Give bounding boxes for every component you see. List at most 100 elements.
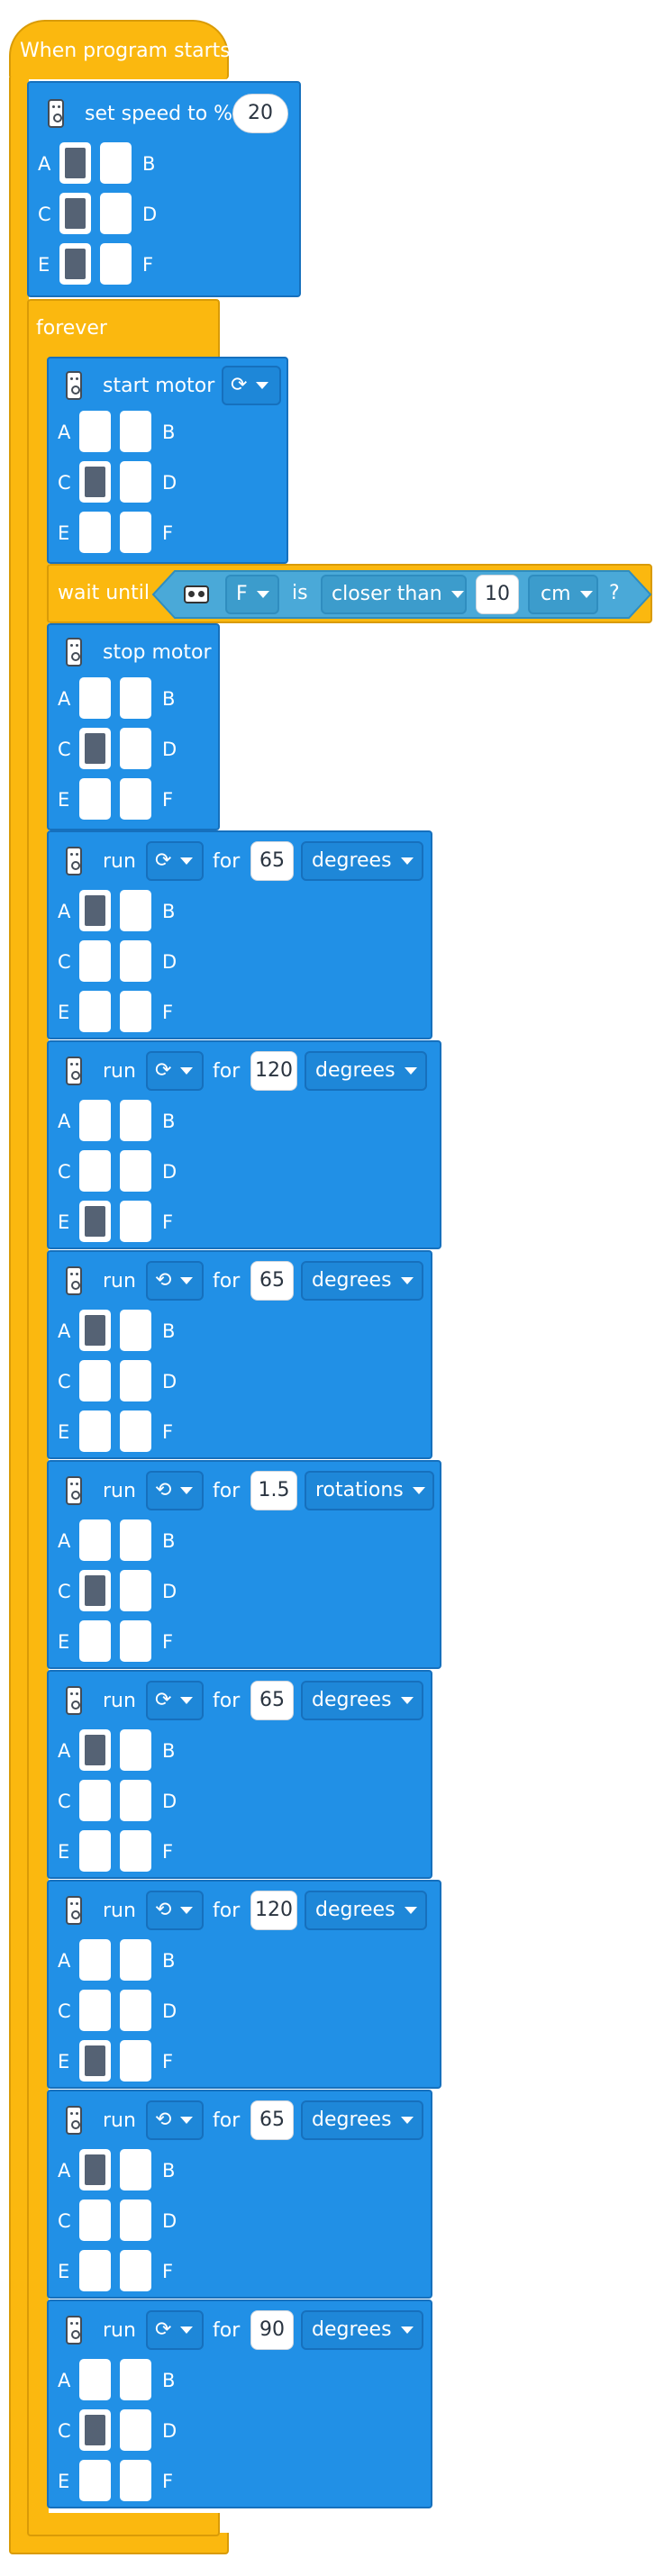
run-motor-block[interactable]: run counterclockwise-icon⟲ for 65degrees A B C… <box>47 2090 432 2299</box>
run-motor-block[interactable]: run clockwise-icon⟳ for 65degrees A B C D E F <box>47 830 432 1039</box>
port-toggle-e[interactable] <box>79 1620 111 1662</box>
direction-dropdown[interactable]: counterclockwise-icon⟲ <box>146 1891 204 1930</box>
port-toggle-c[interactable] <box>79 940 111 982</box>
port-toggle-c[interactable] <box>79 1780 111 1821</box>
port-toggle-d[interactable] <box>120 1990 151 2031</box>
port-toggle-e[interactable] <box>59 243 91 285</box>
port-toggle-f[interactable] <box>120 2460 151 2501</box>
start-motor-block[interactable]: start motor clockwise-icon⟳ A B C D E F <box>47 357 288 564</box>
port-toggle-c[interactable] <box>79 2409 111 2451</box>
port-toggle-b[interactable] <box>120 1310 151 1351</box>
set-speed-block[interactable]: set speed to % 20 A B C D E F <box>27 81 301 297</box>
port-toggle-b[interactable] <box>120 677 151 719</box>
port-toggle-b[interactable] <box>120 1100 151 1141</box>
port-toggle-b[interactable] <box>120 890 151 931</box>
port-toggle-a[interactable] <box>79 2149 111 2191</box>
port-toggle-d[interactable] <box>100 193 132 234</box>
port-toggle-a[interactable] <box>59 142 91 184</box>
port-toggle-f[interactable] <box>120 778 151 820</box>
amount-value-input[interactable]: 65 <box>250 1261 294 1301</box>
port-toggle-b[interactable] <box>100 142 132 184</box>
port-toggle-d[interactable] <box>120 1570 151 1611</box>
port-toggle-d[interactable] <box>120 2409 151 2451</box>
port-toggle-e[interactable] <box>79 512 111 553</box>
direction-dropdown[interactable]: counterclockwise-icon⟲ <box>146 1471 204 1510</box>
port-toggle-e[interactable] <box>79 2040 111 2082</box>
sensor-port-dropdown[interactable]: F <box>225 575 279 614</box>
direction-dropdown[interactable]: clockwise-icon⟳ <box>222 366 281 405</box>
direction-dropdown[interactable]: clockwise-icon⟳ <box>146 2310 204 2350</box>
unit-dropdown[interactable]: degrees <box>301 1681 423 1720</box>
port-toggle-b[interactable] <box>120 2149 151 2191</box>
direction-dropdown[interactable]: counterclockwise-icon⟲ <box>146 1261 204 1301</box>
port-toggle-c[interactable] <box>79 2200 111 2241</box>
port-toggle-c[interactable] <box>59 193 91 234</box>
port-toggle-e[interactable] <box>79 1410 111 1452</box>
port-toggle-a[interactable] <box>79 890 111 931</box>
comparison-dropdown[interactable]: closer than <box>321 575 467 614</box>
run-motor-block[interactable]: run counterclockwise-icon⟲ for 1.5rotations… <box>47 1460 441 1669</box>
port-toggle-f[interactable] <box>120 991 151 1032</box>
port-toggle-b[interactable] <box>120 1729 151 1771</box>
port-toggle-d[interactable] <box>120 2200 151 2241</box>
port-toggle-d[interactable] <box>120 1780 151 1821</box>
port-toggle-c[interactable] <box>79 1570 111 1611</box>
port-toggle-f[interactable] <box>120 512 151 553</box>
amount-value-input[interactable]: 1.5 <box>250 1471 297 1510</box>
port-toggle-d[interactable] <box>120 728 151 769</box>
wait-until-block[interactable]: wait until F is closer than 10 cm ? <box>47 564 652 623</box>
unit-dropdown[interactable]: degrees <box>301 2310 423 2350</box>
port-toggle-d[interactable] <box>120 1360 151 1401</box>
port-toggle-f[interactable] <box>120 2250 151 2291</box>
port-toggle-e[interactable] <box>79 1201 111 1242</box>
port-toggle-a[interactable] <box>79 1939 111 1981</box>
run-motor-block[interactable]: run counterclockwise-icon⟲ for 65degrees A B C… <box>47 1250 432 1459</box>
port-toggle-f[interactable] <box>120 1830 151 1872</box>
direction-dropdown[interactable]: clockwise-icon⟳ <box>146 1051 204 1091</box>
port-toggle-e[interactable] <box>79 778 111 820</box>
port-toggle-c[interactable] <box>79 728 111 769</box>
port-toggle-a[interactable] <box>79 1310 111 1351</box>
port-toggle-a[interactable] <box>79 677 111 719</box>
port-toggle-e[interactable] <box>79 2460 111 2501</box>
run-motor-block[interactable]: run clockwise-icon⟳ for 90degrees A B C D E F <box>47 2299 432 2508</box>
direction-dropdown[interactable]: clockwise-icon⟳ <box>146 1681 204 1720</box>
port-toggle-f[interactable] <box>120 1201 151 1242</box>
stop-motor-block[interactable]: stop motor A B C D E F <box>47 623 220 830</box>
run-motor-block[interactable]: run clockwise-icon⟳ for 120degrees A B C D E F <box>47 1040 441 1249</box>
direction-dropdown[interactable]: clockwise-icon⟳ <box>146 841 204 881</box>
port-toggle-b[interactable] <box>120 2359 151 2400</box>
speed-value-input[interactable]: 20 <box>232 94 288 133</box>
amount-value-input[interactable]: 65 <box>250 2100 294 2140</box>
port-toggle-b[interactable] <box>120 1519 151 1561</box>
distance-value-input[interactable]: 10 <box>476 575 519 614</box>
amount-value-input[interactable]: 65 <box>250 841 294 881</box>
port-toggle-e[interactable] <box>79 2250 111 2291</box>
amount-value-input[interactable]: 90 <box>250 2310 294 2350</box>
port-toggle-a[interactable] <box>79 411 111 452</box>
forever-loop-block[interactable]: forever <box>27 299 220 358</box>
port-toggle-f[interactable] <box>100 243 132 285</box>
unit-dropdown[interactable]: cm <box>528 575 598 614</box>
direction-dropdown[interactable]: counterclockwise-icon⟲ <box>146 2100 204 2140</box>
port-toggle-c[interactable] <box>79 461 111 503</box>
port-toggle-a[interactable] <box>79 1729 111 1771</box>
when-program-starts-hat-block[interactable]: When program starts <box>9 20 231 79</box>
port-toggle-b[interactable] <box>120 411 151 452</box>
port-toggle-d[interactable] <box>120 1150 151 1192</box>
unit-dropdown[interactable]: rotations <box>305 1471 434 1510</box>
port-toggle-b[interactable] <box>120 1939 151 1981</box>
port-toggle-a[interactable] <box>79 1519 111 1561</box>
port-toggle-f[interactable] <box>120 1410 151 1452</box>
port-toggle-a[interactable] <box>79 1100 111 1141</box>
port-toggle-d[interactable] <box>120 461 151 503</box>
unit-dropdown[interactable]: degrees <box>305 1051 427 1091</box>
unit-dropdown[interactable]: degrees <box>301 841 423 881</box>
amount-value-input[interactable]: 120 <box>250 1051 297 1091</box>
port-toggle-c[interactable] <box>79 1150 111 1192</box>
port-toggle-f[interactable] <box>120 2040 151 2082</box>
port-toggle-c[interactable] <box>79 1360 111 1401</box>
unit-dropdown[interactable]: degrees <box>301 2100 423 2140</box>
run-motor-block[interactable]: run clockwise-icon⟳ for 65degrees A B C D E F <box>47 1670 432 1879</box>
amount-value-input[interactable]: 65 <box>250 1681 294 1720</box>
